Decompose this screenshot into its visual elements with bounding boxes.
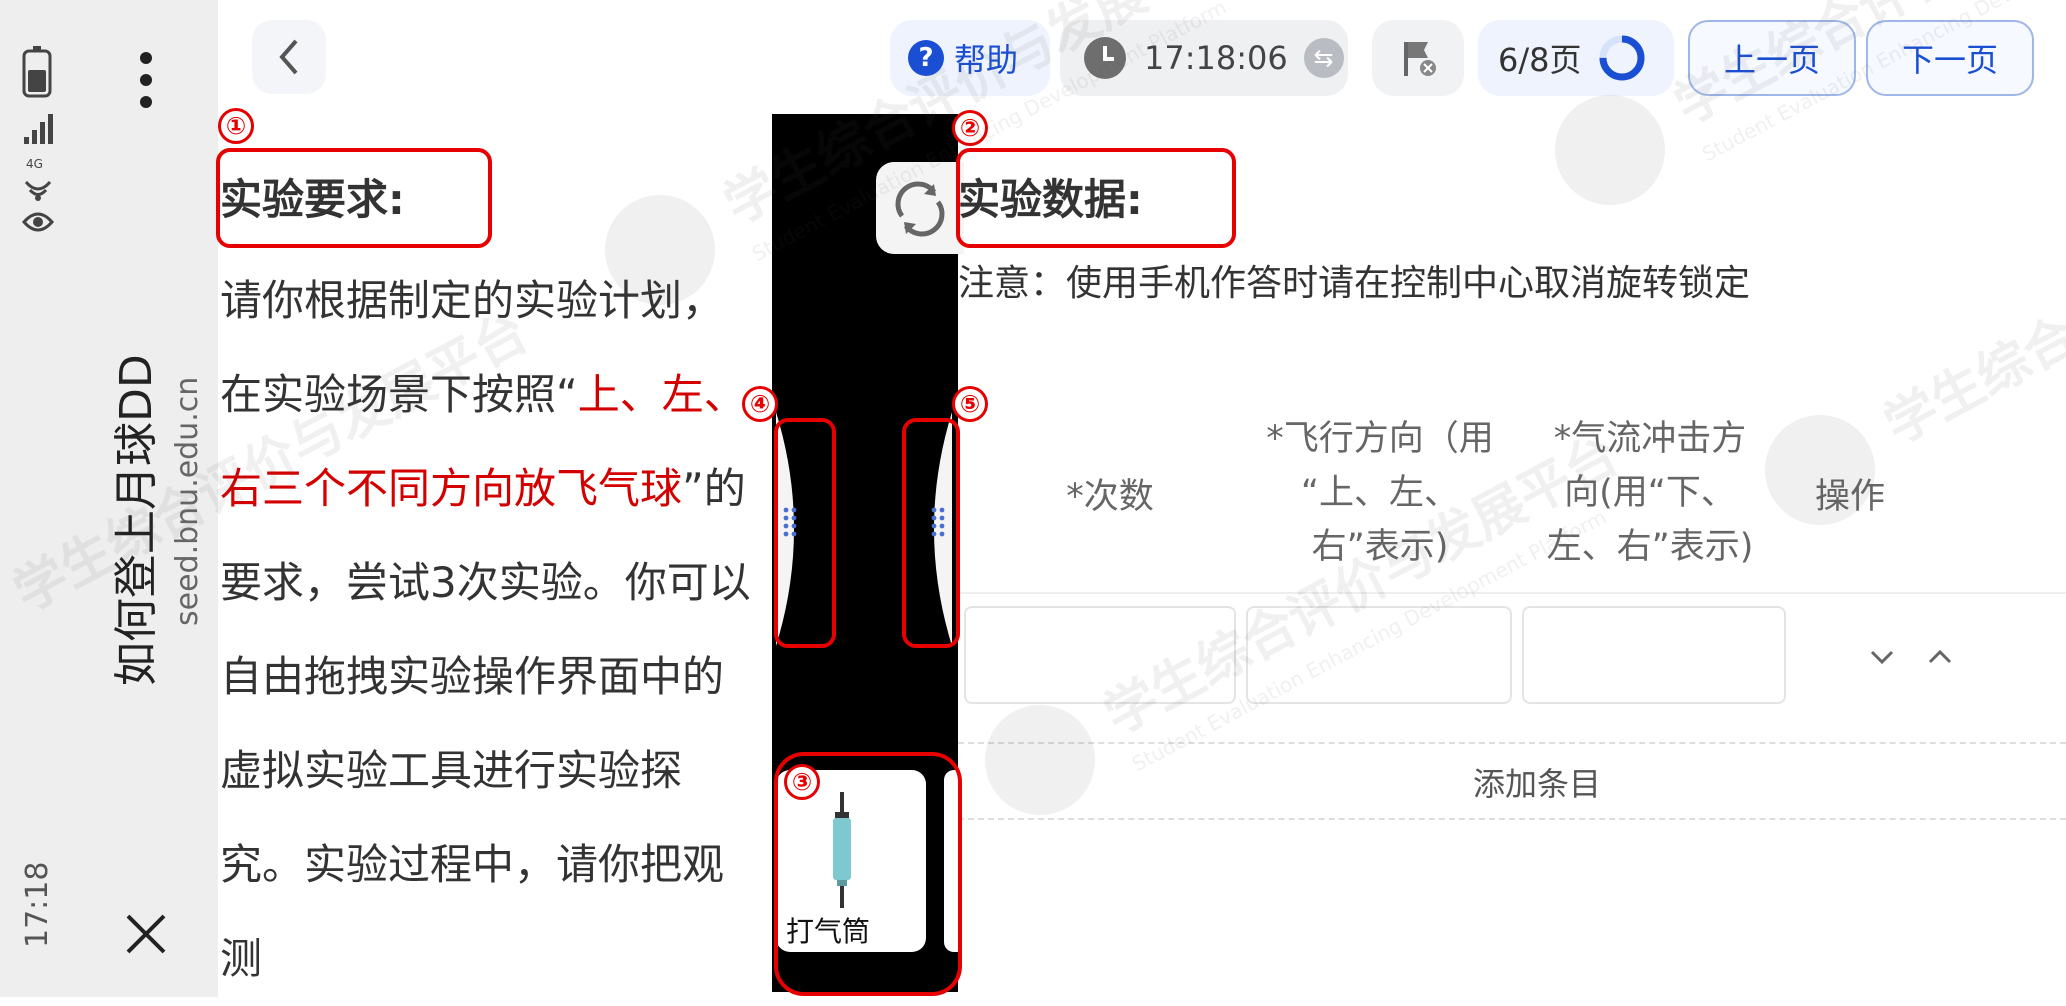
- app-title: 如何登上月球DD: [111, 354, 162, 686]
- mark-flag-button[interactable]: [1372, 20, 1464, 96]
- annotation-number-1: ①: [218, 108, 254, 144]
- annotation-box-4: [774, 418, 836, 648]
- row-actions: [1870, 649, 1952, 665]
- header-line: 左、右”表示): [1546, 527, 1754, 567]
- annotation-number-3: ③: [784, 764, 820, 800]
- annotation-box-5: [902, 418, 960, 648]
- flight-direction-input[interactable]: [1246, 606, 1512, 704]
- watermark-logo-icon: [1555, 95, 1665, 205]
- svg-text:4G: 4G: [26, 157, 43, 171]
- more-options-icon[interactable]: [140, 52, 152, 108]
- signal-wifi-icon: 4G: [22, 114, 54, 232]
- prev-page-button[interactable]: 上一页: [1688, 20, 1856, 96]
- annotation-box-1: [216, 148, 492, 248]
- help-label: 帮助: [954, 41, 1019, 79]
- site-url: seed.bnu.edu.cn: [170, 376, 205, 626]
- progress-ring-icon: [1599, 35, 1645, 81]
- count-input[interactable]: [964, 606, 1236, 704]
- annotation-number-2: ②: [952, 110, 988, 146]
- column-header-count: *次数: [1066, 477, 1154, 517]
- status-time: 17:18: [20, 861, 55, 948]
- header-line: 向(用“下、: [1564, 473, 1736, 513]
- column-header-flight-direction: *飞行方向（用 “上、左、 右”表示): [1230, 412, 1530, 574]
- next-page-button[interactable]: 下一页: [1866, 20, 2034, 96]
- page-indicator: 6/8页: [1498, 41, 1582, 79]
- move-down-icon[interactable]: [1870, 650, 1894, 665]
- rotate-icon: [895, 181, 945, 237]
- close-icon[interactable]: [124, 912, 168, 956]
- chevron-left-icon: [279, 39, 298, 75]
- column-header-air-direction: *气流冲击方 向(用“下、 左、右”表示): [1500, 412, 1800, 574]
- column-header-action: 操作: [1814, 477, 1885, 517]
- add-entry-button[interactable]: 添加条目: [958, 742, 2066, 822]
- swap-icon[interactable]: ⇆: [1303, 38, 1344, 78]
- page-progress: 6/8页: [1478, 20, 1674, 96]
- battery-icon: [22, 46, 52, 98]
- timer-value: 17:18:06: [1144, 39, 1288, 77]
- data-note: 注意：使用手机作答时请在控制中心取消旋转锁定: [958, 263, 1751, 304]
- annotation-number-5: ⑤: [952, 386, 988, 422]
- header-line: *气流冲击方: [1553, 419, 1747, 459]
- flag-icon: [1404, 42, 1436, 76]
- header-line: “上、左、: [1300, 473, 1460, 513]
- annotation-number-4: ④: [742, 386, 778, 422]
- rotate-button[interactable]: [876, 162, 964, 254]
- header-line: *飞行方向（用: [1266, 419, 1494, 459]
- annotation-box-2: [956, 148, 1236, 248]
- move-up-icon[interactable]: [1928, 649, 1952, 664]
- question-icon: ?: [908, 40, 944, 76]
- system-sidebar: 4G 如何登上月球DD seed.bnu.edu.cn 17:18: [0, 0, 218, 997]
- air-direction-input[interactable]: [1522, 606, 1786, 704]
- help-button[interactable]: ? 帮助: [890, 20, 1050, 96]
- svg-text:学生综合评价与发展平台: 学生综合评价与发展平台: [1875, 135, 2066, 457]
- requirements-text: 请你根据制定的实验计划，在实验场景下按照“上、左、右三个不同方向放飞气球”的要求…: [220, 254, 760, 1006]
- clock-icon: [1084, 37, 1126, 79]
- divider: [958, 592, 2066, 594]
- back-button[interactable]: [252, 20, 326, 94]
- requirements-text-end: ”的要求，尝试3次实验。你可以自由拖拽实验操作界面中的虚拟实验工具进行实验探究。…: [220, 464, 751, 983]
- divider: [958, 818, 2066, 820]
- timer: 17:18:06 ⇆: [1060, 20, 1348, 96]
- header-line: 右”表示): [1311, 527, 1449, 567]
